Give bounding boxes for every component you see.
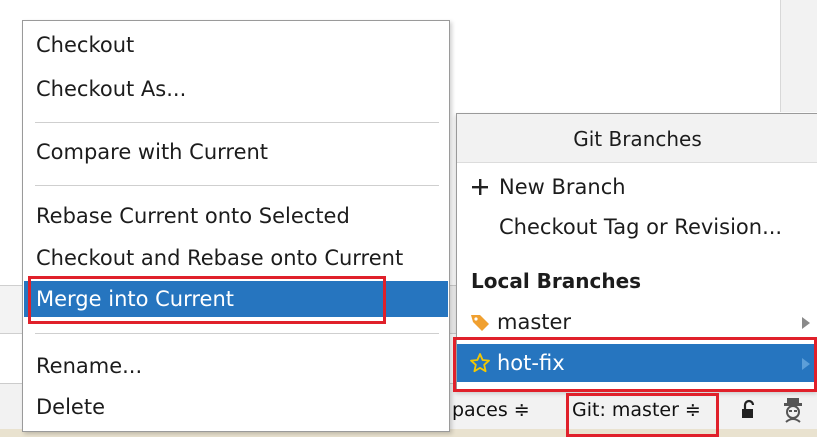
tag-icon: [471, 315, 489, 331]
submenu-arrow-icon: [802, 317, 810, 329]
indent-widget[interactable]: paces ≑: [452, 398, 530, 422]
highlight-hot-fix: [453, 337, 817, 392]
menu-item-label: Rename...: [36, 354, 143, 378]
ide-window: paces ≑ Git: master ≑ Checkout Checkout …: [0, 0, 817, 437]
menu-item-checkout-as[interactable]: Checkout As...: [24, 71, 448, 107]
menu-item-checkout-and-rebase[interactable]: Checkout and Rebase onto Current: [24, 240, 448, 276]
plus-icon: [472, 179, 488, 195]
menu-item-label: Checkout As...: [36, 77, 187, 101]
menu-separator: [35, 333, 439, 334]
menu-item-delete[interactable]: Delete: [24, 389, 448, 425]
menu-item-label: Checkout and Rebase onto Current: [36, 246, 404, 270]
branch-name: master: [497, 310, 572, 334]
action-label: New Branch: [499, 175, 626, 199]
menu-item-label: Rebase Current onto Selected: [36, 204, 350, 228]
local-branches-heading: Local Branches: [471, 269, 642, 293]
panel-divider: [780, 0, 781, 112]
menu-item-label: Compare with Current: [36, 140, 269, 164]
menu-item-label: Delete: [36, 395, 105, 419]
hector-icon[interactable]: [780, 396, 806, 424]
new-branch-action[interactable]: New Branch: [457, 168, 817, 206]
menu-separator: [35, 122, 439, 123]
popup-title: Git Branches: [573, 127, 702, 151]
action-label: Checkout Tag or Revision...: [499, 215, 783, 239]
highlight-merge-into-current: [28, 276, 386, 324]
checkout-tag-action[interactable]: Checkout Tag or Revision...: [457, 208, 817, 246]
menu-item-compare-with-current[interactable]: Compare with Current: [24, 134, 448, 170]
menu-item-rename[interactable]: Rename...: [24, 348, 448, 384]
side-panel: [781, 0, 817, 112]
lock-open-icon[interactable]: [737, 398, 761, 422]
menu-item-checkout[interactable]: Checkout: [24, 27, 448, 63]
popup-title-bar: Git Branches: [457, 114, 817, 163]
menu-item-label: Checkout: [36, 33, 135, 57]
branch-item-master[interactable]: master: [457, 303, 817, 341]
menu-separator: [35, 185, 439, 186]
highlight-git-widget: [566, 393, 719, 437]
menu-item-rebase-current-onto-selected[interactable]: Rebase Current onto Selected: [24, 198, 448, 234]
branch-context-menu: Checkout Checkout As... Compare with Cur…: [22, 20, 450, 432]
